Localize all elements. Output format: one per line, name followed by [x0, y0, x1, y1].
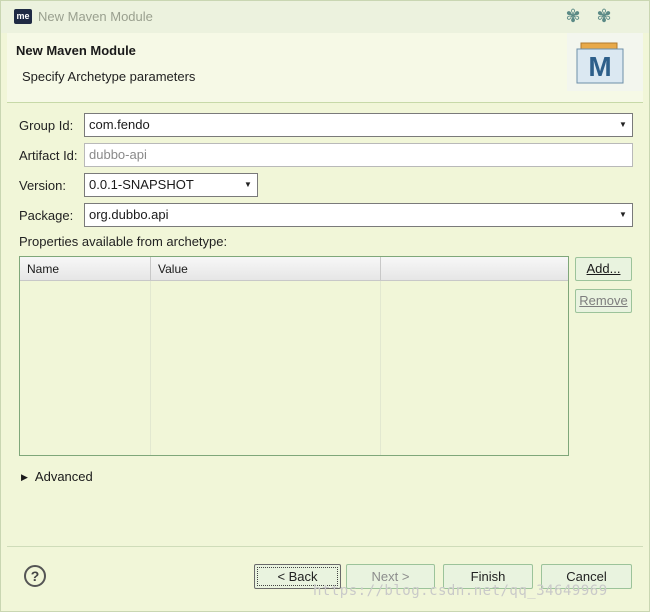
chevron-right-icon: ▶: [21, 472, 28, 482]
group-id-combo[interactable]: com.fendo ▼: [84, 113, 633, 137]
advanced-section-toggle[interactable]: ▶ Advanced: [21, 469, 93, 484]
advanced-label: Advanced: [34, 469, 93, 484]
dialog-window: me New Maven Module ✾ ✾ New Maven Module…: [0, 0, 650, 612]
add-property-button[interactable]: Add...: [575, 257, 632, 281]
window-title: New Maven Module: [38, 9, 153, 24]
chevron-down-icon[interactable]: ▼: [241, 177, 255, 193]
svg-text:M: M: [588, 51, 611, 82]
artifact-id-field[interactable]: dubbo-api: [84, 143, 633, 167]
watermark-text: https://blog.csdn.net/qq_34649969: [313, 583, 608, 599]
pin-icon[interactable]: ✾: [562, 6, 584, 26]
column-divider: [380, 281, 381, 455]
version-combo[interactable]: 0.0.1-SNAPSHOT ▼: [84, 173, 258, 197]
properties-table[interactable]: Name Value: [19, 256, 569, 456]
maven-logo: M: [567, 33, 643, 91]
remove-property-button[interactable]: Remove: [575, 289, 632, 313]
package-value: org.dubbo.api: [89, 207, 169, 222]
page-title: New Maven Module: [16, 43, 136, 58]
version-value: 0.0.1-SNAPSHOT: [89, 177, 194, 192]
add-button-label: Add...: [586, 261, 621, 276]
table-header: Name Value: [20, 257, 568, 281]
version-label: Version:: [19, 178, 66, 193]
footer-divider: [7, 546, 643, 547]
remove-button-label: Remove: [579, 293, 628, 308]
chevron-down-icon[interactable]: ▼: [616, 207, 630, 223]
column-divider: [150, 281, 151, 455]
artifact-id-label: Artifact Id:: [19, 148, 78, 163]
help-icon[interactable]: ?: [24, 565, 46, 587]
wizard-header: New Maven Module Specify Archetype param…: [7, 33, 643, 103]
column-header-name[interactable]: Name: [20, 257, 151, 281]
package-combo[interactable]: org.dubbo.api ▼: [84, 203, 633, 227]
column-header-value[interactable]: Value: [151, 257, 381, 281]
pin-icon[interactable]: ✾: [593, 6, 615, 26]
app-icon: me: [14, 9, 32, 24]
chevron-down-icon[interactable]: ▼: [616, 117, 630, 133]
title-bar[interactable]: me New Maven Module ✾ ✾: [1, 1, 649, 33]
package-label: Package:: [19, 208, 74, 223]
group-id-label: Group Id:: [19, 118, 74, 133]
group-id-value: com.fendo: [89, 117, 150, 132]
maven-m-icon: M: [576, 42, 624, 84]
properties-label: Properties available from archetype:: [19, 234, 228, 249]
page-subtitle: Specify Archetype parameters: [22, 69, 196, 84]
